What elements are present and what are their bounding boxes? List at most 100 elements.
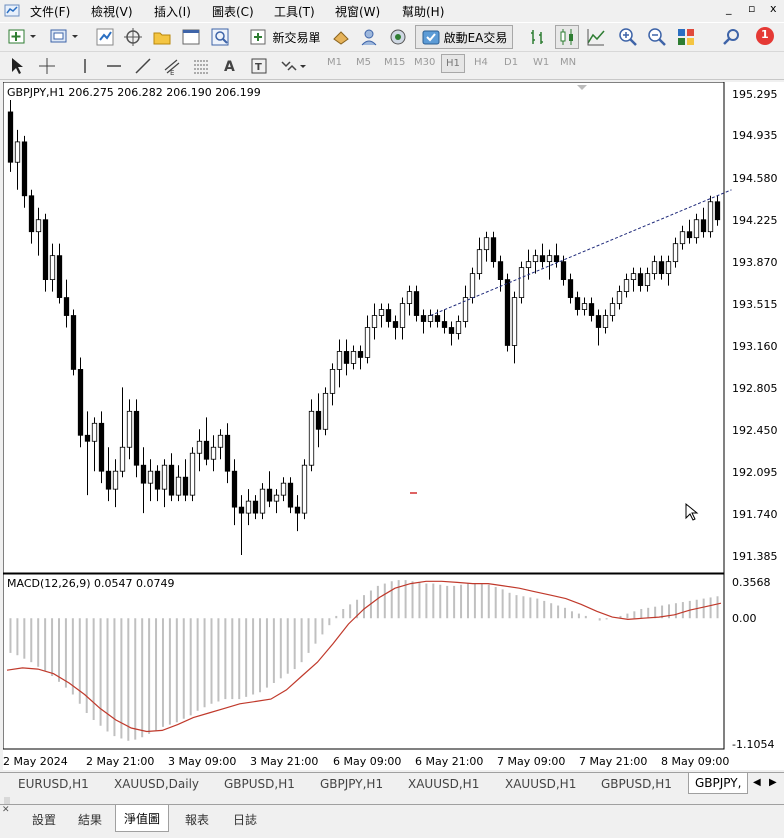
autotrading-button[interactable]: 啟動EA交易 (415, 25, 513, 49)
candle (371, 315, 378, 328)
candle (392, 321, 399, 328)
chart-tab[interactable]: XAUUSD,Daily (114, 777, 199, 791)
timeframe-m5[interactable]: M5 (356, 57, 371, 68)
chart-tab[interactable]: GBPUSD,H1 (224, 777, 295, 791)
minimize-button[interactable]: _ (726, 2, 732, 15)
text-label-button[interactable]: T (248, 55, 270, 77)
menu-file[interactable]: 文件(F) (30, 3, 70, 20)
candle (357, 351, 364, 358)
menu-window[interactable]: 視窗(W) (335, 3, 380, 20)
folder-button[interactable] (151, 26, 173, 48)
svg-text:T: T (255, 62, 262, 73)
candle (385, 309, 392, 322)
folder-icon (153, 32, 171, 45)
search-button[interactable] (720, 26, 742, 48)
chart-tabs: EURUSD,H1 XAUUSD,Daily GBPUSD,H1 GBPJPY,… (0, 772, 784, 796)
fibonacci-retracement-button[interactable] (190, 55, 212, 77)
terminal-button[interactable] (180, 26, 202, 48)
tile-windows-button[interactable] (675, 26, 697, 48)
strategy-tester-button[interactable] (209, 26, 233, 48)
chart-tab[interactable]: GBPJPY,H1 (320, 777, 383, 791)
cursor-tool-button[interactable] (6, 55, 28, 77)
trendline-button[interactable] (132, 55, 154, 77)
candle (217, 434, 224, 448)
text-label-icon: T (251, 58, 267, 74)
timeframe-w1[interactable]: W1 (533, 57, 549, 68)
menu-charts[interactable]: 圖表(C) (212, 3, 254, 20)
market-watch-button[interactable] (94, 26, 116, 48)
candle (623, 279, 630, 292)
chart-tab[interactable]: XAUUSD,H1 (505, 777, 576, 791)
signals-button[interactable] (387, 26, 409, 48)
menu-view[interactable]: 檢視(V) (91, 3, 133, 20)
timeframe-h1[interactable]: H1 (441, 54, 465, 73)
close-panel-icon[interactable]: ✕ (2, 805, 10, 815)
zoom-out-button[interactable] (646, 26, 668, 48)
menu-help[interactable]: 幫助(H) (402, 3, 444, 20)
price-tick: 193.515 (732, 298, 778, 311)
arrows-button[interactable] (277, 55, 309, 77)
chart-tab[interactable]: EURUSD,H1 (18, 777, 89, 791)
candle (567, 279, 574, 298)
time-tick: 6 May 21:00 (415, 755, 483, 768)
crosshair-tool-button[interactable] (36, 55, 58, 77)
navigator-button[interactable] (122, 26, 144, 48)
new-order-button[interactable]: 新交易單 (245, 26, 325, 48)
price-tick: 193.160 (732, 340, 778, 353)
timeframe-d1[interactable]: D1 (504, 57, 518, 68)
notifications-button[interactable]: 1 (750, 25, 778, 47)
tab-graph[interactable]: 淨值圖 (115, 805, 170, 832)
chart-tab[interactable]: XAUUSD,H1 (408, 777, 479, 791)
new-chart-button[interactable] (6, 26, 40, 48)
tester-tabs: ✕ 設置 結果 淨值圖 報表 日誌 (0, 804, 784, 838)
tab-settings[interactable]: 設置 (32, 811, 56, 828)
timeframe-h4[interactable]: H4 (474, 57, 488, 68)
price-pane-border (2, 81, 725, 574)
tab-report[interactable]: 報表 (185, 811, 209, 828)
price-tick: 195.295 (732, 88, 778, 101)
menu-tools[interactable]: 工具(T) (274, 3, 315, 20)
candle (301, 464, 308, 514)
tab-journal[interactable]: 日誌 (233, 811, 257, 828)
candle (189, 452, 196, 496)
time-tick: 3 May 09:00 (168, 755, 236, 768)
chart-tab-active[interactable]: GBPJPY, (688, 773, 749, 794)
line-chart-button[interactable] (585, 26, 607, 48)
chart-tab[interactable]: GBPUSD,H1 (601, 777, 672, 791)
candle (497, 261, 504, 280)
horizontal-line-button[interactable] (103, 55, 125, 77)
candle (21, 141, 28, 197)
candle (315, 410, 322, 430)
metaeditor-button[interactable] (330, 26, 352, 48)
expert-button[interactable] (358, 26, 380, 48)
new-chart-icon (8, 29, 36, 44)
timeframe-mn[interactable]: MN (560, 57, 576, 68)
tab-scroll-left-icon[interactable]: ◀ (753, 777, 761, 788)
fibonacci-button[interactable]: E (161, 55, 183, 77)
price-tick: 192.450 (732, 424, 778, 437)
candle (77, 369, 84, 436)
tab-scroll-right-icon[interactable]: ▶ (769, 777, 777, 788)
candle (119, 446, 126, 472)
candle (105, 470, 112, 490)
zoom-in-button[interactable] (617, 26, 639, 48)
timeframe-m15[interactable]: M15 (384, 57, 405, 68)
profiles-button[interactable] (48, 26, 82, 48)
candle (343, 351, 350, 364)
price-chart[interactable]: GBPJPY,H1 206.275 206.282 206.190 206.19… (2, 81, 784, 770)
bar-chart-button[interactable] (527, 26, 549, 48)
candle (245, 500, 252, 514)
menu-bar: 文件(F) 檢視(V) 插入(I) 圖表(C) 工具(T) 視窗(W) 幫助(H… (0, 0, 784, 22)
vertical-line-button[interactable] (74, 55, 96, 77)
chart-window[interactable]: GBPJPY,H1 206.275 206.282 206.190 206.19… (2, 81, 784, 770)
menu-insert[interactable]: 插入(I) (154, 3, 191, 20)
tab-results[interactable]: 結果 (78, 811, 102, 828)
main-toolbar: 新交易單 啟動EA交易 1 (0, 22, 784, 52)
trendline-icon (135, 58, 151, 74)
close-button[interactable]: x (770, 2, 777, 15)
restore-button[interactable]: ▫ (748, 2, 755, 15)
timeframe-m1[interactable]: M1 (327, 57, 342, 68)
text-tool-button[interactable]: A (219, 55, 241, 77)
timeframe-m30[interactable]: M30 (414, 57, 435, 68)
candle-chart-button[interactable] (555, 25, 579, 49)
